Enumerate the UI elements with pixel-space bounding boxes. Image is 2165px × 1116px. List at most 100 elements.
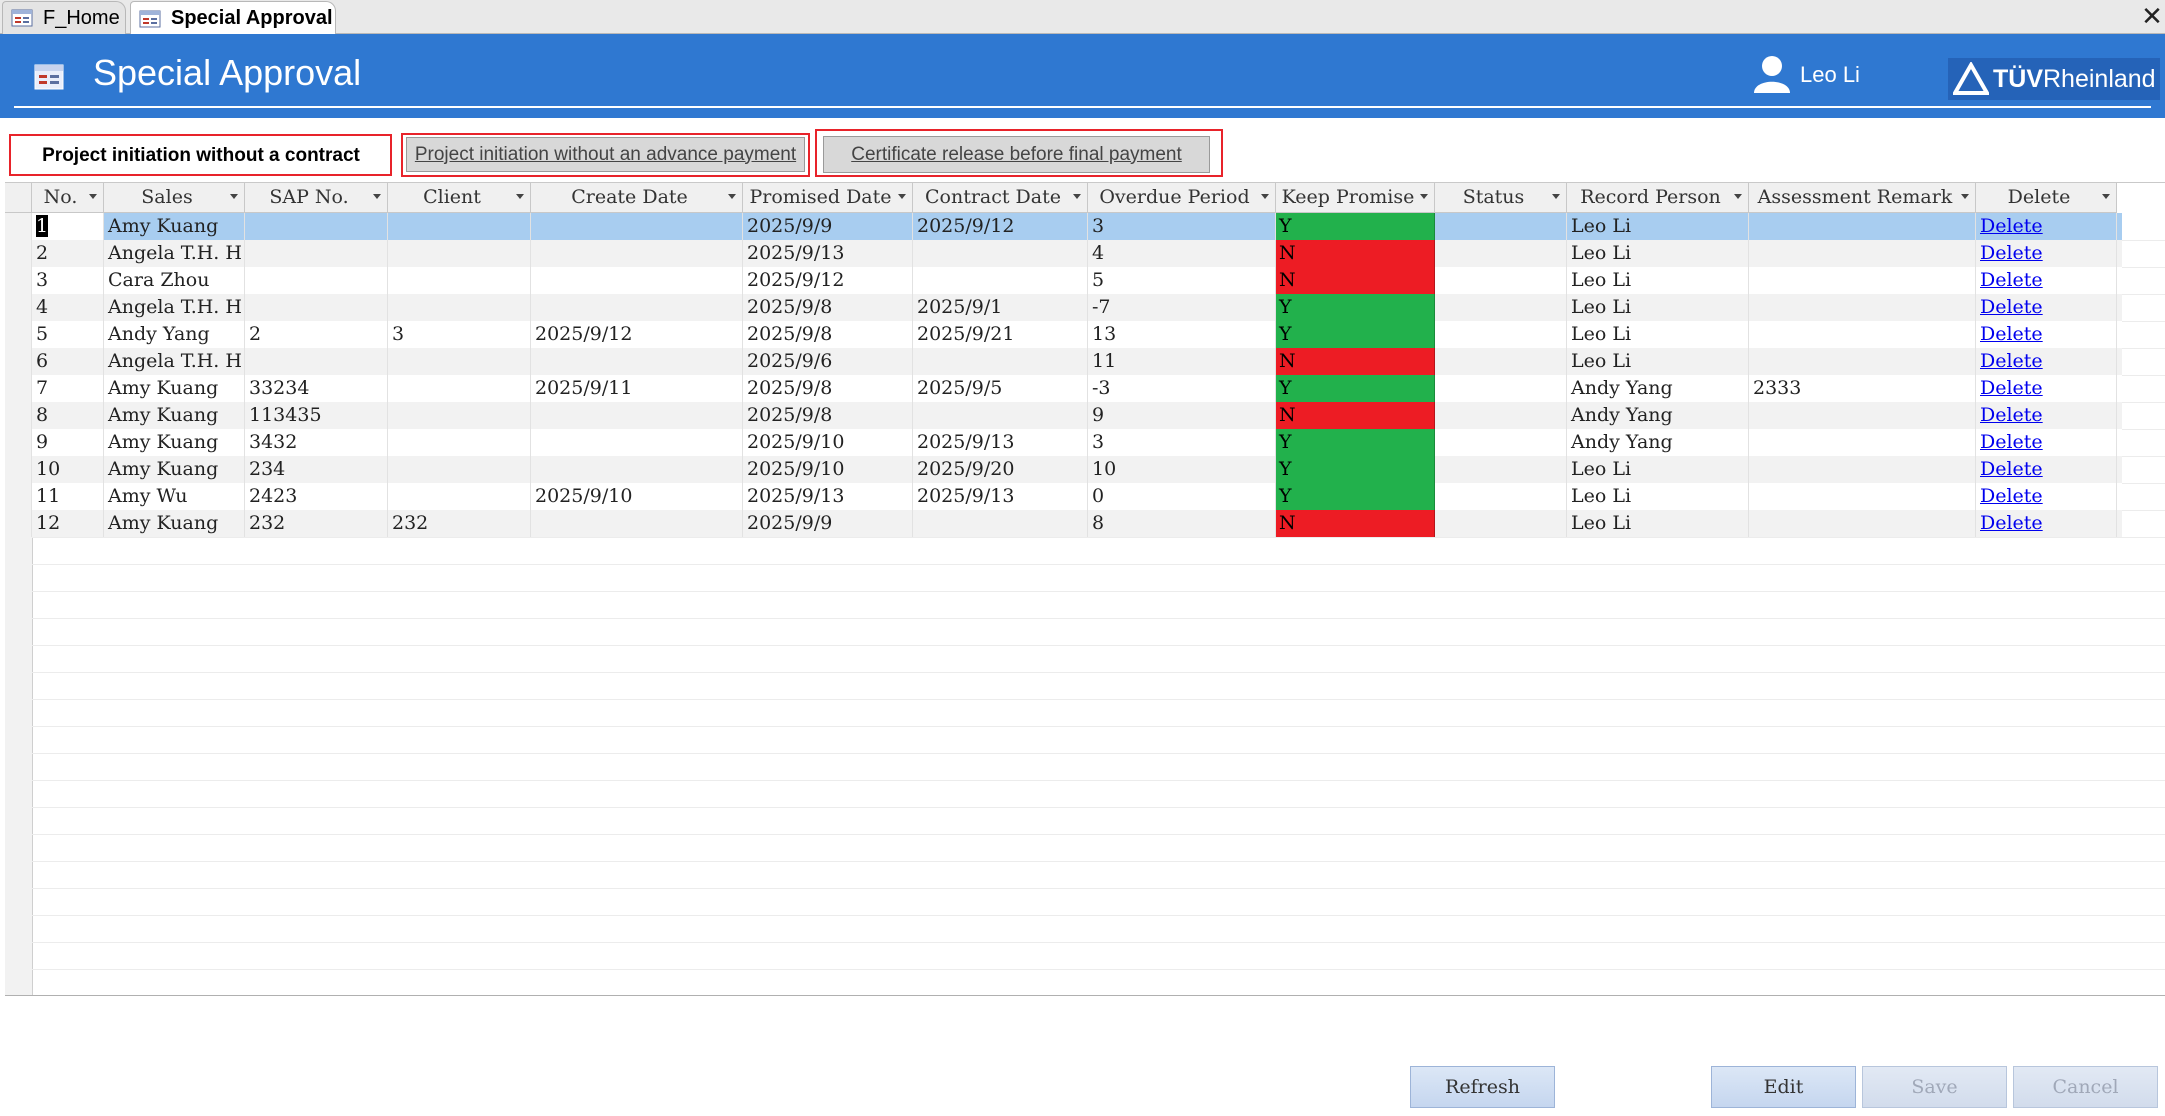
filter-dropdown-icon[interactable] (728, 194, 736, 199)
contract-date-cell[interactable] (913, 510, 1088, 537)
col-record-person-header[interactable]: Record Person (1567, 183, 1749, 213)
overdue-period-cell[interactable]: 0 (1088, 483, 1276, 510)
sales-cell[interactable]: Cara Zhou (104, 267, 245, 294)
no-cell[interactable]: 11 (32, 483, 104, 510)
status-cell[interactable] (1435, 510, 1567, 537)
client-cell[interactable] (388, 267, 531, 294)
table-row[interactable]: 1 Amy Kuang 2025/9/9 2025/9/12 3 Y Leo Li Delet… (5, 213, 2122, 240)
assessment-remark-cell[interactable] (1749, 240, 1976, 267)
no-cell[interactable]: 3 (32, 267, 104, 294)
delete-link[interactable]: Delete (1980, 404, 2043, 426)
assessment-remark-cell[interactable] (1749, 483, 1976, 510)
sap-no-cell[interactable] (245, 240, 388, 267)
create-date-cell[interactable] (531, 402, 743, 429)
status-cell[interactable] (1435, 483, 1567, 510)
no-cell[interactable]: 10 (32, 456, 104, 483)
promised-date-cell[interactable]: 2025/9/10 (743, 429, 913, 456)
doc-tab-special-approval[interactable]: Special Approval (130, 1, 336, 35)
filter-dropdown-icon[interactable] (516, 194, 524, 199)
overdue-period-cell[interactable]: 10 (1088, 456, 1276, 483)
status-cell[interactable] (1435, 456, 1567, 483)
client-cell[interactable] (388, 213, 531, 240)
promised-date-cell[interactable]: 2025/9/6 (743, 348, 913, 375)
record-person-cell[interactable]: Leo Li (1567, 294, 1749, 321)
sales-cell[interactable]: Amy Wu (104, 483, 245, 510)
sales-cell[interactable]: Amy Kuang (104, 429, 245, 456)
delete-link[interactable]: Delete (1980, 215, 2043, 237)
sales-cell[interactable]: Amy Kuang (104, 213, 245, 240)
assessment-remark-cell[interactable] (1749, 294, 1976, 321)
assessment-remark-cell[interactable]: 2333 (1749, 375, 1976, 402)
record-selector[interactable] (5, 510, 32, 537)
sap-no-cell[interactable] (245, 348, 388, 375)
no-cell[interactable]: 6 (32, 348, 104, 375)
create-date-cell[interactable] (531, 213, 743, 240)
sales-cell[interactable]: Angela T.H. H (104, 294, 245, 321)
sales-cell[interactable]: Amy Kuang (104, 402, 245, 429)
filter-dropdown-icon[interactable] (1261, 194, 1269, 199)
assessment-remark-cell[interactable] (1749, 348, 1976, 375)
table-row[interactable]: 4 Angela T.H. H 2025/9/8 2025/9/1 -7 Y Leo Li D… (5, 294, 2122, 321)
filter-dropdown-icon[interactable] (2102, 194, 2110, 199)
table-row[interactable]: 9 Amy Kuang 3432 2025/9/10 2025/9/13 3 Y Andy Y… (5, 429, 2122, 456)
col-assessment-remark-header[interactable]: Assessment Remark (1749, 183, 1976, 213)
doc-tab-f-home[interactable]: F_Home (2, 1, 126, 34)
no-cell[interactable]: 12 (32, 510, 104, 537)
table-row[interactable]: 2 Angela T.H. H 2025/9/13 4 N Leo Li Delete (5, 240, 2122, 267)
filter-dropdown-icon[interactable] (1420, 194, 1428, 199)
create-date-cell[interactable]: 2025/9/11 (531, 375, 743, 402)
sap-no-cell[interactable]: 3432 (245, 429, 388, 456)
contract-date-cell[interactable]: 2025/9/5 (913, 375, 1088, 402)
record-person-cell[interactable]: Leo Li (1567, 321, 1749, 348)
sales-cell[interactable]: Amy Kuang (104, 456, 245, 483)
assessment-remark-cell[interactable] (1749, 213, 1976, 240)
record-selector[interactable] (5, 375, 32, 402)
table-row[interactable]: 10 Amy Kuang 234 2025/9/10 2025/9/20 10 Y Leo L… (5, 456, 2122, 483)
client-cell[interactable] (388, 456, 531, 483)
filter-dropdown-icon[interactable] (1552, 194, 1560, 199)
col-promised-date-header[interactable]: Promised Date (743, 183, 913, 213)
delete-link[interactable]: Delete (1980, 458, 2043, 480)
promised-date-cell[interactable]: 2025/9/12 (743, 267, 913, 294)
record-person-cell[interactable]: Leo Li (1567, 213, 1749, 240)
delete-link[interactable]: Delete (1980, 242, 2043, 264)
contract-date-cell[interactable] (913, 402, 1088, 429)
overdue-period-cell[interactable]: 4 (1088, 240, 1276, 267)
status-cell[interactable] (1435, 348, 1567, 375)
sap-no-cell[interactable]: 33234 (245, 375, 388, 402)
assessment-remark-cell[interactable] (1749, 402, 1976, 429)
record-person-cell[interactable]: Leo Li (1567, 267, 1749, 294)
select-all-corner[interactable] (5, 183, 32, 213)
client-cell[interactable] (388, 240, 531, 267)
client-cell[interactable]: 232 (388, 510, 531, 537)
record-selector[interactable] (5, 402, 32, 429)
filter-dropdown-icon[interactable] (1073, 194, 1081, 199)
record-person-cell[interactable]: Leo Li (1567, 348, 1749, 375)
record-selector[interactable] (5, 267, 32, 294)
table-row[interactable]: 12 Amy Kuang 232 232 2025/9/9 8 N Leo Li Delete (5, 510, 2122, 537)
record-person-cell[interactable]: Leo Li (1567, 456, 1749, 483)
status-cell[interactable] (1435, 402, 1567, 429)
no-cell[interactable]: 7 (32, 375, 104, 402)
client-cell[interactable] (388, 483, 531, 510)
contract-date-cell[interactable] (913, 240, 1088, 267)
delete-link[interactable]: Delete (1980, 269, 2043, 291)
record-selector[interactable] (5, 240, 32, 267)
delete-link[interactable]: Delete (1980, 350, 2043, 372)
delete-link[interactable]: Delete (1980, 296, 2043, 318)
sales-cell[interactable]: Amy Kuang (104, 510, 245, 537)
table-row[interactable]: 8 Amy Kuang 113435 2025/9/8 9 N Andy Yang Delet… (5, 402, 2122, 429)
overdue-period-cell[interactable]: 8 (1088, 510, 1276, 537)
status-cell[interactable] (1435, 213, 1567, 240)
create-date-cell[interactable] (531, 348, 743, 375)
col-overdue-period-header[interactable]: Overdue Period (1088, 183, 1276, 213)
sap-no-cell[interactable]: 2 (245, 321, 388, 348)
no-cell[interactable]: 8 (32, 402, 104, 429)
sap-no-cell[interactable]: 232 (245, 510, 388, 537)
client-cell[interactable] (388, 348, 531, 375)
close-icon[interactable]: ✕ (2139, 0, 2165, 34)
client-cell[interactable] (388, 402, 531, 429)
table-row[interactable]: 5 Andy Yang 2 3 2025/9/12 2025/9/8 2025/9/21 13… (5, 321, 2122, 348)
filter-dropdown-icon[interactable] (1734, 194, 1742, 199)
no-cell[interactable]: 2 (32, 240, 104, 267)
